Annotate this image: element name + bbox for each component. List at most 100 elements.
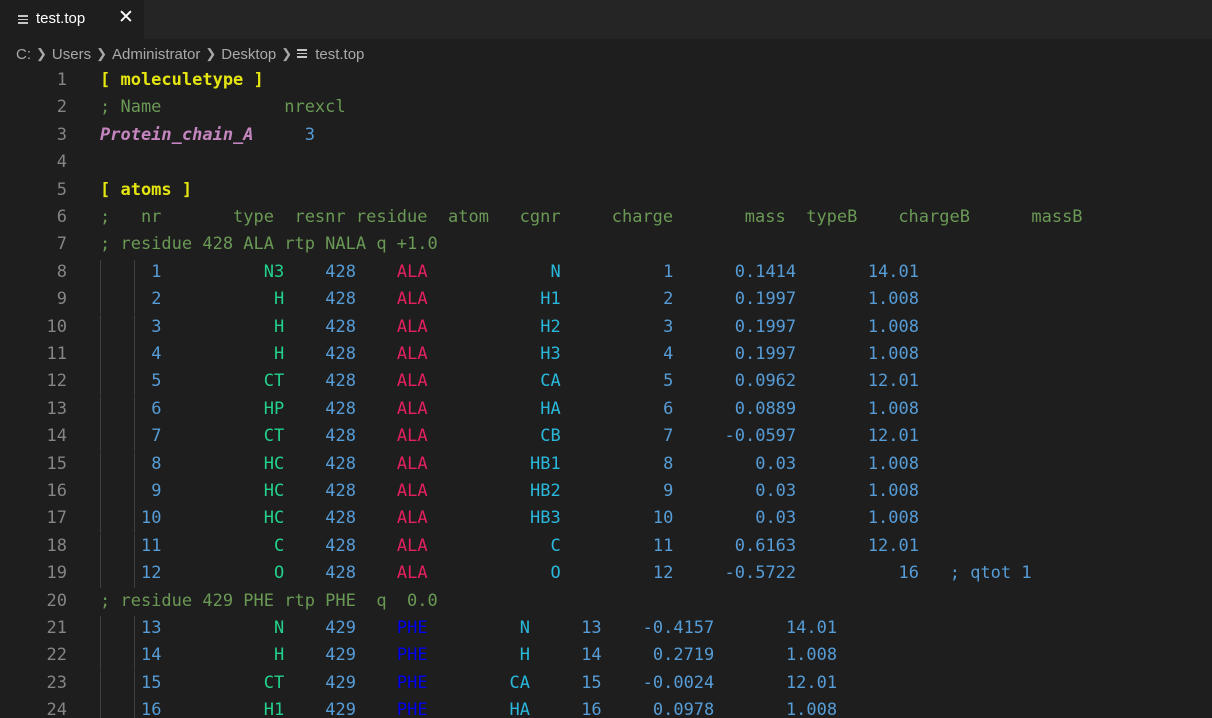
code-text[interactable]: Protein_chain_A 3 <box>100 125 315 145</box>
nrexcl-value: 3 <box>304 124 315 145</box>
code-text[interactable]: 4 H 428 ALA H3 4 0.1997 1.008 <box>100 344 919 364</box>
atom-mass: 14.01 <box>867 261 919 282</box>
atom-resnr: 429 <box>325 672 356 693</box>
atom-atom: HB2 <box>529 481 561 501</box>
code-text[interactable]: 12 O 428 ALA O 12 -0.5722 16 ; qtot 1 <box>100 563 1032 583</box>
atom-nr: 16 <box>140 700 162 718</box>
code-text[interactable]: 6 HP 428 ALA HA 6 0.0889 1.008 <box>100 399 919 419</box>
code-text[interactable]: 8 HC 428 ALA HB1 8 0.03 1.008 <box>100 454 919 474</box>
atom-mass: 1.008 <box>867 398 919 419</box>
atom-charge: 0.1997 <box>734 289 797 310</box>
breadcrumb-segment[interactable]: Users <box>52 46 91 63</box>
code-line: 4 <box>0 150 1212 177</box>
atom-cgnr: 13 <box>581 618 602 638</box>
atom-nr: 10 <box>140 508 162 529</box>
atom-mass: 12.01 <box>867 371 919 392</box>
code-text[interactable]: 1 N3 428 ALA N 1 0.1414 14.01 <box>100 262 919 282</box>
code-text[interactable]: 3 H 428 ALA H2 3 0.1997 1.008 <box>100 317 919 337</box>
code-text[interactable]: 9 HC 428 ALA HB2 9 0.03 1.008 <box>100 481 919 501</box>
atom-type: H1 <box>263 700 285 718</box>
atom-nr: 15 <box>140 672 162 693</box>
code-line: 24 16 H1 429 PHE HA 16 0.0978 1.008 <box>0 698 1212 718</box>
atom-charge: 0.03 <box>755 453 797 474</box>
code-editor[interactable]: 1[ moleculetype ] 2; Name nrexcl 3 Protein_… <box>0 68 1212 718</box>
molecule-name: Protein_chain_A <box>100 124 254 145</box>
code-line: 10 3 H 428 ALA H2 3 0.1997 1.008 <box>0 314 1212 342</box>
line-number: 16 <box>46 481 67 501</box>
code-line: 1 [ moleculetype ] <box>0 68 1212 95</box>
atom-type: HC <box>263 508 285 529</box>
code-text[interactable]: 11 C 428 ALA C 11 0.6163 12.01 <box>100 536 919 556</box>
atom-type: H <box>274 344 285 364</box>
line-number: 2 <box>56 97 67 118</box>
code-text[interactable]: ; Name nrexcl <box>100 97 346 117</box>
section-header: [ moleculetype ] <box>100 70 264 90</box>
atom-charge: 0.0962 <box>734 371 797 392</box>
atom-charge: 0.2719 <box>652 645 715 666</box>
code-text[interactable]: 5 CT 428 ALA CA 5 0.0962 12.01 <box>100 371 919 391</box>
atom-atom: CA <box>509 672 530 693</box>
close-icon[interactable]: ✕ <box>118 6 134 30</box>
atom-atom: HB1 <box>529 453 561 474</box>
code-text[interactable]: 15 CT 429 PHE CA 15 -0.0024 12.01 <box>100 673 837 693</box>
code-text[interactable]: ; residue 429 PHE rtp PHE q 0.0 <box>100 591 438 611</box>
atom-res: ALA <box>396 508 428 529</box>
code-text[interactable]: 7 CT 428 ALA CB 7 -0.0597 12.01 <box>100 426 919 446</box>
atom-resnr: 428 <box>325 344 356 364</box>
atom-res: ALA <box>396 289 428 310</box>
code-line: 17 10 HC 428 ALA HB3 10 0.03 1.008 <box>0 506 1212 534</box>
editor-tab[interactable]: test.top ✕ <box>0 0 144 39</box>
atom-resnr: 429 <box>325 700 356 718</box>
atom-resnr: 428 <box>325 508 356 529</box>
code-text[interactable]: ; nr type resnr residue atom cgnr charge… <box>100 207 1083 227</box>
chevron-right-icon: ❯ <box>96 46 107 62</box>
atom-res: ALA <box>396 371 428 392</box>
code-text[interactable]: 2 H 428 ALA H1 2 0.1997 1.008 <box>100 289 919 309</box>
breadcrumb-segment[interactable]: C: <box>16 46 31 63</box>
code-text[interactable]: 14 H 429 PHE H 14 0.2719 1.008 <box>100 645 837 665</box>
atom-resnr: 428 <box>325 535 356 556</box>
code-text[interactable]: [ atoms ] <box>100 180 192 200</box>
atom-atom: H1 <box>540 289 561 310</box>
atom-resnr: 428 <box>325 371 356 392</box>
molecule-entry: Protein_chain_A 3 <box>100 125 315 145</box>
breadcrumb-segment[interactable]: Administrator <box>112 46 200 63</box>
atom-atom: H <box>519 645 530 666</box>
breadcrumb-file[interactable]: test.top <box>315 46 364 63</box>
atom-res: ALA <box>396 316 428 337</box>
atom-cgnr: 11 <box>652 535 674 556</box>
atom-cgnr: 9 <box>663 481 674 501</box>
code-text[interactable]: 13 N 429 PHE N 13 -0.4157 14.01 <box>100 618 837 638</box>
line-number: 6 <box>56 207 67 227</box>
atom-nr: 4 <box>151 344 162 364</box>
atom-nr: 1 <box>151 261 162 282</box>
line-number: 4 <box>56 152 67 173</box>
atom-mass: 1.008 <box>867 344 919 364</box>
atom-charge: -0.0024 <box>642 672 715 693</box>
atom-charge: 0.0978 <box>652 700 715 718</box>
line-number: 13 <box>46 398 67 419</box>
code-text[interactable]: 10 HC 428 ALA HB3 10 0.03 1.008 <box>100 508 919 528</box>
atom-nr: 9 <box>151 481 162 501</box>
comment: ; Name nrexcl <box>100 97 346 118</box>
breadcrumb-segment[interactable]: Desktop <box>221 46 276 63</box>
atom-res: PHE <box>396 645 428 666</box>
line-number: 21 <box>46 618 67 638</box>
line-number: 8 <box>56 261 67 282</box>
code-text[interactable]: 16 H1 429 PHE HA 16 0.0978 1.008 <box>100 700 837 718</box>
atom-mass: 16 <box>898 563 919 584</box>
atom-resnr: 428 <box>325 316 356 337</box>
line-number: 18 <box>46 535 67 556</box>
line-number: 10 <box>46 316 67 337</box>
atom-charge: -0.0597 <box>724 426 797 447</box>
atom-type: O <box>274 563 285 584</box>
code-line: 14 7 CT 428 ALA CB 7 -0.0597 12.01 <box>0 424 1212 452</box>
atom-cgnr: 8 <box>663 453 674 474</box>
code-text[interactable]: ; residue 428 ALA rtp NALA q +1.0 <box>100 234 438 254</box>
code-text[interactable]: [ moleculetype ] <box>100 70 264 90</box>
atom-atom: CB <box>540 426 561 447</box>
atom-cgnr: 10 <box>652 508 674 529</box>
atom-atom: O <box>550 563 561 584</box>
atom-type: H <box>274 289 285 310</box>
line-number: 24 <box>46 700 67 718</box>
